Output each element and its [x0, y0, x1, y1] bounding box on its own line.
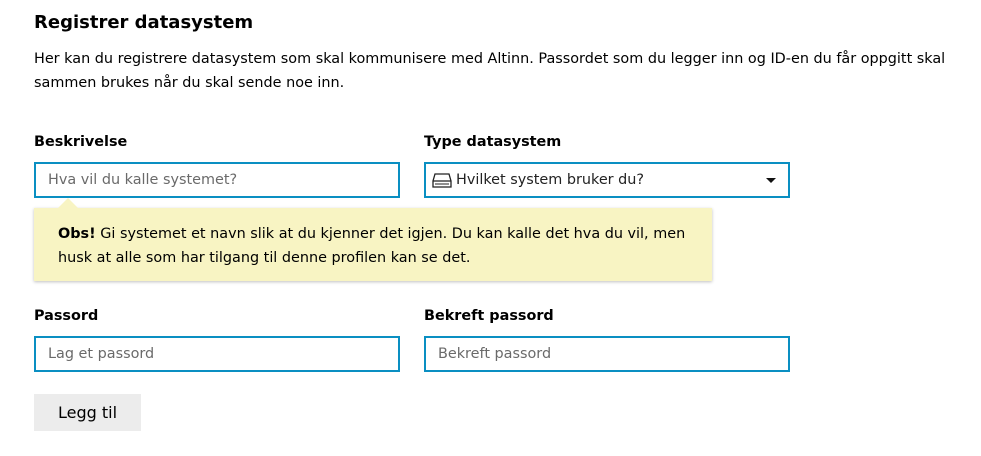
system-type-value: Hvilket system bruker du? — [456, 172, 645, 188]
page-title: Registrer datasystem — [34, 12, 254, 33]
notice-arrow — [58, 198, 78, 208]
description-input[interactable] — [34, 162, 400, 198]
description-label: Beskrivelse — [34, 134, 128, 150]
system-type-label: Type datasystem — [424, 134, 562, 150]
password-label: Passord — [34, 308, 99, 324]
caret-down-icon — [766, 177, 776, 183]
intro-text: Her kan du registrere datasystem som ska… — [34, 51, 946, 91]
password-input[interactable] — [34, 336, 400, 372]
notice-strong: Obs! — [58, 226, 96, 242]
server-icon — [432, 171, 452, 189]
add-button[interactable]: Legg til — [34, 394, 141, 431]
notice-text: Gi systemet et navn slik at du kjenner d… — [58, 226, 686, 266]
confirm-password-label: Bekreft passord — [424, 308, 554, 324]
system-type-select[interactable]: Hvilket system bruker du? — [424, 162, 790, 198]
notice-box: Obs! Gi systemet et navn slik at du kjen… — [34, 198, 712, 281]
confirm-password-input[interactable] — [424, 336, 790, 372]
